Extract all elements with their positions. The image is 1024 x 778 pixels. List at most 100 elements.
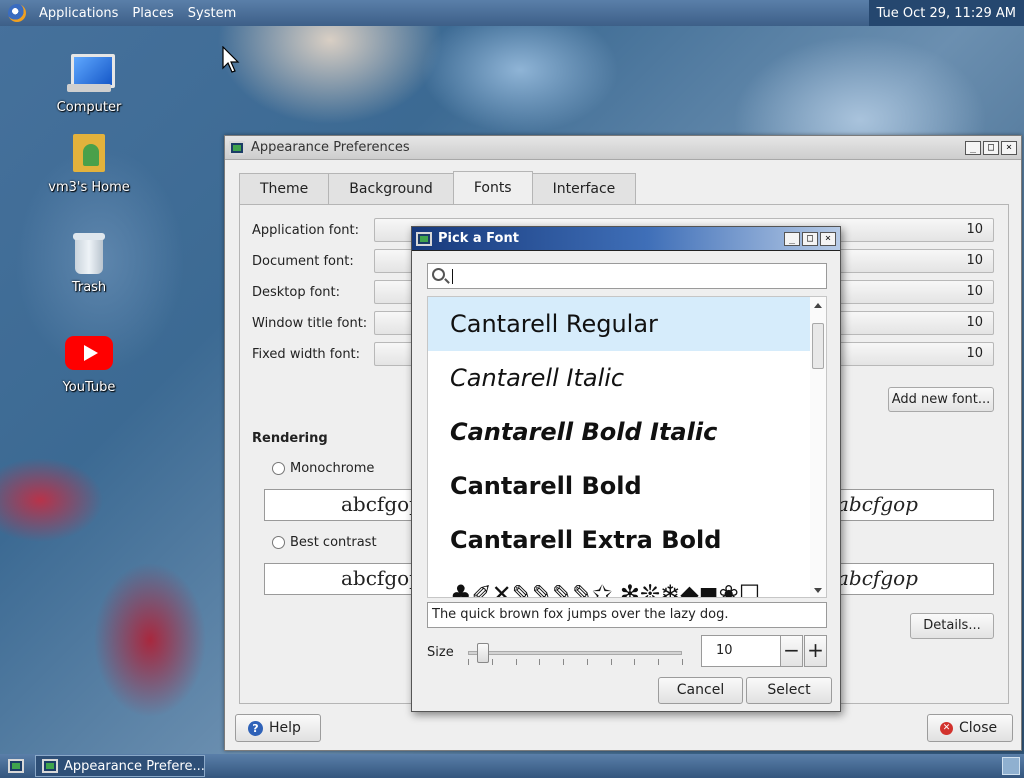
size-decrease-button[interactable]: −	[780, 635, 803, 667]
rendering-heading: Rendering	[252, 431, 328, 446]
tab-interface[interactable]: Interface	[531, 173, 637, 204]
slider-tick	[586, 659, 588, 665]
desktop-icon-youtube[interactable]: YouTube	[46, 330, 132, 395]
window-titlebar[interactable]: Appearance Preferences _ □ ×	[225, 136, 1021, 160]
menu-system[interactable]: System	[181, 6, 243, 21]
font-list-item[interactable]: ♣✐✕✎✎✎✎✩ ✻❊❄◆◼❀☐	[428, 567, 826, 597]
font-preview-field[interactable]: The quick brown fox jumps over the lazy …	[427, 602, 827, 628]
font-list-item[interactable]: Cantarell Extra Bold	[428, 513, 826, 567]
close-button[interactable]: ✕ Close	[927, 714, 1013, 742]
application-font-label: Application font:	[252, 222, 360, 238]
task-app-icon	[42, 759, 58, 773]
font-list-item[interactable]: Cantarell Bold	[428, 459, 826, 513]
size-slider-handle[interactable]	[476, 643, 489, 663]
font-list-item[interactable]: Cantarell Regular	[428, 297, 826, 351]
slider-tick	[539, 659, 541, 665]
monochrome-radio[interactable]	[272, 462, 285, 475]
dialog-app-icon	[416, 231, 432, 246]
desktop-icon-label: vm3's Home	[48, 180, 130, 195]
top-panel: Applications Places System Tue Oct 29, 1…	[0, 0, 1024, 26]
best-contrast-radio[interactable]	[272, 536, 285, 549]
dialog-maximize-button[interactable]: □	[802, 231, 818, 246]
tab-background[interactable]: Background	[328, 173, 454, 204]
tab-fonts[interactable]: Fonts	[452, 171, 533, 204]
slider-tick	[468, 659, 469, 665]
maximize-button[interactable]: □	[983, 140, 999, 155]
bottom-panel: Appearance Prefere...	[0, 754, 1024, 778]
computer-icon	[65, 50, 115, 96]
app-icon	[229, 140, 245, 155]
scroll-thumb[interactable]	[812, 323, 824, 369]
menu-places[interactable]: Places	[125, 6, 180, 21]
slider-tick	[491, 659, 493, 665]
clock[interactable]: Tue Oct 29, 11:29 AM	[868, 0, 1024, 26]
desktop-icon-trash[interactable]: Trash	[46, 230, 132, 295]
dialog-title: Pick a Font	[438, 231, 519, 246]
details-button[interactable]: Details...	[910, 613, 994, 639]
trash-applet-icon[interactable]	[1002, 757, 1020, 775]
font-list-item[interactable]: Cantarell Italic	[428, 351, 826, 405]
search-icon	[432, 268, 445, 281]
pick-a-font-dialog: Pick a Font _ □ × Cantarell Regular Canta…	[411, 226, 841, 712]
tab-theme[interactable]: Theme	[239, 173, 330, 204]
main-menu: Applications Places System	[0, 4, 243, 22]
help-icon: ?	[248, 720, 263, 736]
size-increase-button[interactable]: +	[804, 635, 827, 667]
add-new-font-button[interactable]: Add new font...	[888, 387, 994, 412]
size-slider-track[interactable]	[468, 651, 682, 655]
close-label: Close	[959, 720, 998, 736]
select-button[interactable]: Select	[746, 677, 832, 704]
slider-tick	[515, 659, 517, 665]
slider-tick	[658, 659, 660, 665]
sample-text: abcfgop	[341, 492, 422, 516]
show-desktop-button[interactable]	[3, 755, 29, 777]
monochrome-option[interactable]: Monochrome	[272, 461, 374, 476]
cancel-button[interactable]: Cancel	[658, 677, 743, 704]
dialog-minimize-button[interactable]: _	[784, 231, 800, 246]
distro-logo-icon[interactable]	[8, 4, 26, 22]
size-slider-ticks	[468, 659, 683, 667]
desktop-icon-label: Trash	[71, 280, 107, 295]
scroll-up-icon[interactable]	[814, 303, 822, 308]
monochrome-label: Monochrome	[290, 461, 375, 476]
size-label: Size	[427, 645, 454, 660]
scroll-down-icon[interactable]	[814, 588, 822, 593]
trash-icon	[65, 230, 113, 276]
desktop-font-label: Desktop font:	[252, 284, 340, 300]
home-folder-icon	[65, 130, 113, 176]
taskbar-item-label: Appearance Prefere...	[64, 758, 205, 774]
font-list[interactable]: Cantarell Regular Cantarell Italic Cantare…	[427, 296, 827, 598]
dialog-close-button[interactable]: ×	[820, 231, 836, 246]
help-label: Help	[269, 720, 301, 736]
text-caret	[452, 269, 453, 284]
slider-tick	[563, 659, 565, 665]
desktop-icon-label: YouTube	[62, 380, 116, 395]
desktop-icon-computer[interactable]: Computer	[46, 50, 132, 115]
help-button[interactable]: ? Help	[235, 714, 321, 742]
slider-tick	[634, 659, 636, 665]
taskbar-item-appearance[interactable]: Appearance Prefere...	[35, 755, 205, 777]
slider-tick	[682, 659, 683, 665]
font-list-item[interactable]: Cantarell Bold Italic	[428, 405, 826, 459]
youtube-icon	[65, 330, 113, 376]
close-icon: ✕	[940, 721, 953, 735]
dialog-titlebar[interactable]: Pick a Font _ □ ×	[412, 227, 840, 251]
best-contrast-option[interactable]: Best contrast	[272, 535, 377, 550]
menu-applications[interactable]: Applications	[32, 6, 125, 21]
close-window-button[interactable]: ×	[1001, 140, 1017, 155]
slider-tick	[610, 659, 612, 665]
best-contrast-label: Best contrast	[290, 535, 377, 550]
document-font-label: Document font:	[252, 253, 354, 269]
font-search-input[interactable]	[427, 263, 827, 289]
tab-bar: Theme Background Fonts Interface	[239, 171, 637, 204]
minimize-button[interactable]: _	[965, 140, 981, 155]
desktop-icon-label: Computer	[56, 100, 122, 115]
sample-text: abcfgop	[837, 492, 918, 516]
show-desktop-icon	[8, 759, 24, 773]
window-title: Appearance Preferences	[251, 140, 410, 155]
fixed-width-font-label: Fixed width font:	[252, 346, 361, 362]
size-spin-entry[interactable]: 10	[701, 635, 781, 667]
sample-text: abcfgop	[341, 566, 422, 590]
font-list-scrollbar[interactable]	[810, 297, 826, 597]
desktop-icon-home[interactable]: vm3's Home	[46, 130, 132, 195]
